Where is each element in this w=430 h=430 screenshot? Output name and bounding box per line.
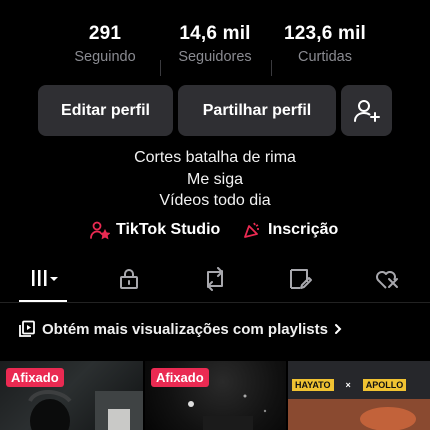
divider — [0, 302, 430, 303]
battle-right-name: APOLLO — [362, 379, 407, 391]
thumbnail-image — [288, 361, 430, 430]
stat-followers[interactable]: 14,6 mil Seguidores — [160, 22, 270, 68]
video-grid: Afixado Afixado HAYATO × APOLLO — [0, 361, 430, 430]
edit-profile-label: Editar perfil — [61, 101, 150, 119]
video-thumbnail[interactable]: Afixado — [0, 361, 143, 430]
followers-count: 14,6 mil — [179, 23, 251, 44]
saved-icon — [290, 269, 312, 289]
liked-icon — [376, 271, 398, 289]
edit-profile-button[interactable]: Editar perfil — [38, 85, 173, 136]
chevron-down-icon — [50, 277, 58, 281]
tiktok-studio-link[interactable]: TikTok Studio — [90, 220, 220, 240]
tab-saved[interactable] — [258, 258, 344, 300]
profile-links: TikTok Studio Inscrição — [0, 220, 430, 244]
stat-following[interactable]: 291 Seguindo — [50, 22, 160, 68]
battle-overlay: HAYATO × APOLLO — [292, 379, 407, 391]
share-profile-label: Partilhar perfil — [202, 101, 312, 119]
subscription-icon — [244, 222, 259, 238]
bio-line: Cortes batalha de rima — [134, 149, 296, 166]
share-profile-button[interactable]: Partilhar perfil — [178, 85, 336, 136]
studio-icon — [90, 221, 110, 240]
bio-line: Me siga — [186, 170, 244, 188]
tab-liked[interactable] — [344, 258, 430, 300]
bio-line: Vídeos todo dia — [159, 192, 271, 209]
add-friend-button[interactable] — [341, 85, 392, 136]
add-user-icon — [353, 99, 380, 122]
lock-icon — [120, 269, 138, 289]
video-thumbnail[interactable]: Afixado — [145, 361, 286, 430]
profile-tabs — [0, 258, 430, 302]
tab-reposts[interactable] — [172, 258, 258, 300]
tiktok-studio-label: TikTok Studio — [116, 221, 221, 238]
playlist-prompt[interactable]: Obtém mais visualizações com playlists — [18, 320, 350, 338]
profile-stats: 291 Seguindo 14,6 mil Seguidores 123,6 m… — [0, 22, 430, 76]
followers-label: Seguidores — [178, 49, 252, 65]
following-count: 291 — [88, 23, 122, 44]
stat-likes[interactable]: 123,6 mil Curtidas — [270, 22, 380, 68]
tab-private[interactable] — [86, 258, 172, 300]
following-label: Seguindo — [74, 49, 136, 65]
battle-left-name: HAYATO — [292, 379, 334, 391]
profile-bio: Cortes batalha de rima Me siga Vídeos to… — [0, 147, 430, 212]
likes-count: 123,6 mil — [283, 23, 367, 44]
grid-icon — [32, 270, 58, 286]
battle-versus: × — [345, 380, 351, 390]
video-thumbnail[interactable]: HAYATO × APOLLO — [288, 361, 430, 430]
repost-icon — [207, 267, 223, 291]
tab-videos[interactable] — [0, 258, 86, 300]
chevron-right-icon — [334, 324, 342, 334]
likes-label: Curtidas — [298, 49, 352, 65]
pinned-badge: Afixado — [151, 368, 209, 387]
playlist-prompt-label: Obtém mais visualizações com playlists — [42, 320, 328, 338]
playlist-icon — [19, 320, 35, 337]
subscription-label: Inscrição — [268, 221, 339, 238]
pinned-badge: Afixado — [6, 368, 64, 387]
subscription-link[interactable]: Inscrição — [242, 220, 338, 240]
